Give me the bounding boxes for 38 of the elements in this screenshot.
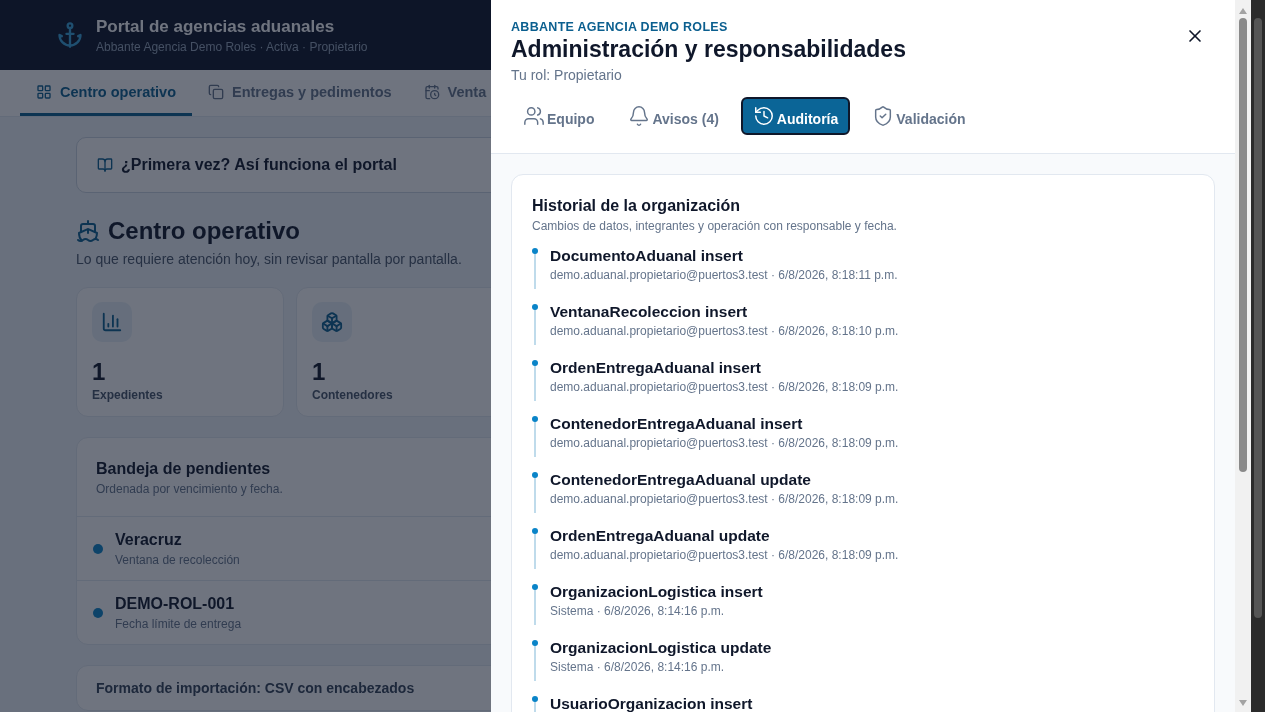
stat-value: 1: [92, 358, 107, 386]
entry-meta: Sistema · 6/8/2026, 8:14:16 p.m.: [550, 604, 726, 618]
entry-meta: Sistema · 6/8/2026, 8:14:16 p.m.: [550, 660, 726, 674]
pending-title: DEMO-ROL-001: [115, 595, 236, 613]
entry-title: UsuarioOrganizacion insert: [550, 695, 753, 712]
drawer-title: Administración y responsabilidades: [511, 36, 907, 63]
entry-title: ContenedorEntregaAduanal update: [550, 471, 812, 489]
entry-title: DocumentoAduanal insert: [550, 247, 744, 265]
entry-title: OrganizacionLogistica update: [550, 639, 772, 657]
pending-title: Veracruz: [115, 531, 183, 549]
role-label: Tu rol: Propietario: [511, 67, 623, 83]
stat-label: Expedientes: [92, 388, 164, 402]
entry-title: OrdenEntregaAduanal insert: [550, 359, 762, 377]
entry-meta: demo.aduanal.propietario@puertos3.test · 6/8/2026, 8:18:09 p.m.: [550, 436, 899, 450]
app-subtitle: Abbante Agencia Demo Roles · Activa · Propietario: [96, 39, 368, 54]
pending-subtitle: Fecha límite de entrega: [115, 617, 242, 631]
card-title: Formato de importación: CSV con encabezados: [96, 680, 415, 696]
entry-title: OrdenEntregaAduanal update: [550, 527, 771, 545]
banner-label: ¿Primera vez? Así funciona el portal: [121, 156, 397, 174]
history-title: Historial de la organización: [532, 197, 742, 215]
card-title: Bandeja de pendientes: [96, 460, 272, 478]
entry-meta: demo.aduanal.propietario@puertos3.test · 6/8/2026, 8:18:09 p.m.: [550, 548, 899, 562]
entry-meta: demo.aduanal.propietario@puertos3.test · 6/8/2026, 8:18:10 p.m.: [550, 324, 899, 338]
entry-title: OrganizacionLogistica insert: [550, 583, 763, 601]
history-subtitle: Cambios de datos, integrantes y operación con responsable y fecha.: [532, 219, 898, 233]
pending-subtitle: Ventana de recolección: [115, 553, 240, 567]
app-title: Portal de agencias aduanales: [96, 16, 336, 37]
entry-meta: demo.aduanal.propietario@puertos3.test · 6/8/2026, 8:18:09 p.m.: [550, 492, 899, 506]
drawer-eyebrow: ABBANTE AGENCIA DEMO ROLES: [511, 20, 729, 34]
entry-title: ContenedorEntregaAduanal insert: [550, 415, 804, 433]
entry-meta: demo.aduanal.propietario@puertos3.test · 6/8/2026, 8:18:09 p.m.: [550, 380, 899, 394]
stat-label: Contenedores: [312, 388, 394, 402]
page-subtitle: Lo que requiere atención hoy, sin revisar pantalla por pantalla.: [76, 251, 462, 267]
page-title: Centro operativo: [108, 217, 301, 245]
stat-value: 1: [312, 358, 327, 386]
entry-title: VentanaRecoleccion insert: [550, 303, 749, 321]
card-subtitle: Ordenada por vencimiento y fecha.: [96, 482, 284, 496]
entry-meta: demo.aduanal.propietario@puertos3.test · 6/8/2026, 8:18:11 p.m.: [550, 268, 898, 282]
